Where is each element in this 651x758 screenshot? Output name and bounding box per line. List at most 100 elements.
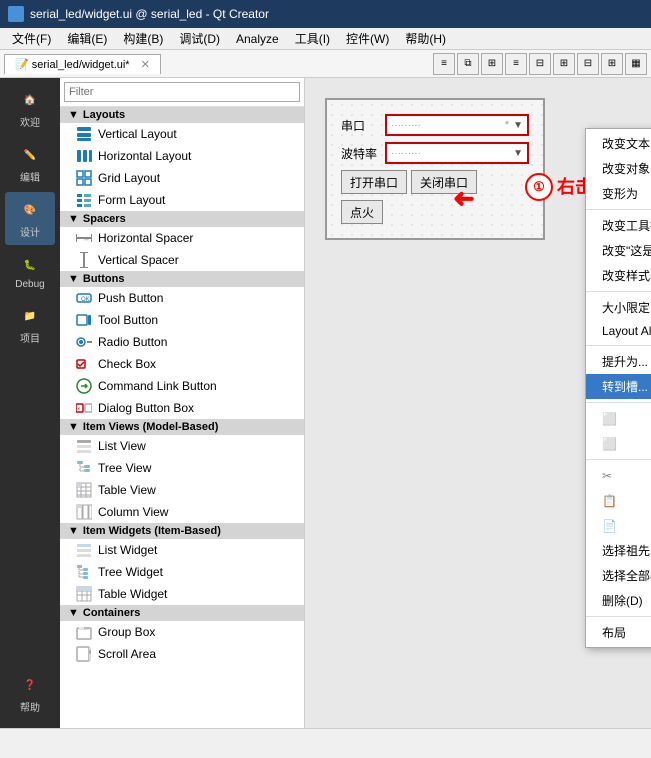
widget-vertical-layout[interactable]: Vertical Layout bbox=[60, 123, 304, 145]
widget-horizontal-layout[interactable]: Horizontal Layout bbox=[60, 145, 304, 167]
menu-controls[interactable]: 控件(W) bbox=[338, 28, 397, 49]
check-box-label: Check Box bbox=[98, 357, 156, 371]
ctx-promote[interactable]: 提升为... bbox=[586, 349, 651, 374]
category-buttons[interactable]: ▼ Buttons bbox=[60, 271, 304, 287]
toolbar-btn-5[interactable]: ⊟ bbox=[529, 53, 551, 75]
menu-build[interactable]: 构建(B) bbox=[115, 28, 171, 49]
form-layout-icon bbox=[76, 192, 92, 208]
tab-label: 📝 serial_led/widget.ui* bbox=[15, 59, 130, 71]
ctx-morph-into[interactable]: 变形为 ▶ bbox=[586, 181, 651, 206]
ctx-copy-icon: 📋 bbox=[602, 494, 617, 508]
design-canvas: 串口 ········· * ▼ 波特率 ········· ▼ bbox=[325, 98, 545, 240]
widget-table-widget[interactable]: Table Widget bbox=[60, 583, 304, 605]
widget-scroll-area[interactable]: Scroll Area bbox=[60, 643, 304, 665]
table-view-label: Table View bbox=[98, 483, 156, 497]
canvas-combobox-baud[interactable]: ········· ▼ bbox=[385, 142, 529, 164]
ctx-copy[interactable]: 📋 复制(C) bbox=[586, 488, 651, 513]
combobox-port-arrow[interactable]: ▼ bbox=[513, 120, 523, 131]
widget-form-layout[interactable]: Form Layout bbox=[60, 189, 304, 211]
widget-radio-button[interactable]: Radio Button bbox=[60, 331, 304, 353]
widget-command-link-button[interactable]: Command Link Button bbox=[60, 375, 304, 397]
toolbar-btn-4[interactable]: ≡ bbox=[505, 53, 527, 75]
menu-edit[interactable]: 编辑(E) bbox=[59, 28, 115, 49]
ctx-paste[interactable]: 📄 粘贴(P) bbox=[586, 513, 651, 538]
toolbar-btn-9[interactable]: ▦ bbox=[625, 53, 647, 75]
widget-push-button[interactable]: OK Push Button bbox=[60, 287, 304, 309]
center-area: 串口 ········· * ▼ 波特率 ········· ▼ bbox=[305, 78, 651, 728]
widget-tool-button[interactable]: Tool Button bbox=[60, 309, 304, 331]
sidebar-item-design[interactable]: 🎨 设计 bbox=[5, 192, 55, 245]
toolbar-btn-6[interactable]: ⊞ bbox=[553, 53, 575, 75]
category-containers[interactable]: ▼ Containers bbox=[60, 605, 304, 621]
ctx-layout[interactable]: 布局 ▶ bbox=[586, 620, 651, 645]
menu-debug[interactable]: 调试(D) bbox=[171, 28, 228, 49]
ctx-go-to-slot[interactable]: 转到槽... bbox=[586, 374, 651, 399]
canvas-combobox-port[interactable]: ········· * ▼ bbox=[385, 114, 529, 136]
category-spacers[interactable]: ▼ Spacers bbox=[60, 211, 304, 227]
tab-widget-ui[interactable]: 📝 serial_led/widget.ui* ✕ bbox=[4, 54, 161, 74]
filter-input[interactable] bbox=[64, 82, 300, 102]
category-label-spacers: Spacers bbox=[83, 213, 126, 225]
toolbar-btn-1[interactable]: ≡ bbox=[433, 53, 455, 75]
tab-close-icon[interactable]: ✕ bbox=[141, 59, 150, 71]
menu-analyze[interactable]: Analyze bbox=[228, 30, 287, 48]
annotation-num1: ① bbox=[525, 173, 553, 201]
category-arrow-containers: ▼ bbox=[68, 607, 79, 619]
ctx-paste-icon: 📄 bbox=[602, 519, 617, 533]
radio-button-icon bbox=[76, 334, 92, 350]
menu-tools[interactable]: 工具(I) bbox=[287, 28, 338, 49]
category-item-views[interactable]: ▼ Item Views (Model-Based) bbox=[60, 419, 304, 435]
ctx-select-parent[interactable]: 选择祖先 ▶ bbox=[586, 538, 651, 563]
toolbar-btn-2[interactable]: ⧉ bbox=[457, 53, 479, 75]
sidebar-item-welcome[interactable]: 🏠 欢迎 bbox=[5, 82, 55, 135]
widget-tree-widget[interactable]: Tree Widget bbox=[60, 561, 304, 583]
ctx-change-tooltip[interactable]: 改变工具提示... bbox=[586, 213, 651, 238]
sidebar-item-edit[interactable]: ✏️ 编辑 bbox=[5, 137, 55, 190]
svg-text:↔: ↔ bbox=[83, 236, 90, 243]
ctx-change-text[interactable]: 改变文本... bbox=[586, 131, 651, 156]
widget-column-view[interactable]: Column View bbox=[60, 501, 304, 523]
open-serial-button[interactable]: 打开串口 bbox=[341, 170, 407, 194]
ignite-button[interactable]: 点火 bbox=[341, 200, 383, 224]
toolbar-btn-7[interactable]: ⊟ bbox=[577, 53, 599, 75]
widget-list-widget[interactable]: List Widget bbox=[60, 539, 304, 561]
canvas-row-baud: 波特率 ········· ▼ bbox=[341, 142, 529, 164]
ctx-change-tooltip-label: 改变工具提示... bbox=[602, 217, 651, 234]
toolbar-btn-3[interactable]: ⊞ bbox=[481, 53, 503, 75]
widget-horizontal-spacer[interactable]: ↔ Horizontal Spacer bbox=[60, 227, 304, 249]
filter-bar bbox=[60, 78, 304, 107]
widget-dialog-button-box[interactable]: ✕ Dialog Button Box bbox=[60, 397, 304, 419]
ctx-cut[interactable]: ✂ 剪切(I) bbox=[586, 463, 651, 488]
widget-group-box[interactable]: GBox Group Box bbox=[60, 621, 304, 643]
horizontal-spacer-label: Horizontal Spacer bbox=[98, 231, 193, 245]
ctx-select-parent-label: 选择祖先 bbox=[602, 542, 650, 559]
combobox-baud-arrow[interactable]: ▼ bbox=[513, 148, 523, 159]
ctx-send-back[interactable]: ⬜ 放到后面(B) bbox=[586, 406, 651, 431]
horizontal-layout-label: Horizontal Layout bbox=[98, 149, 191, 163]
widget-vertical-spacer[interactable]: Vertical Spacer bbox=[60, 249, 304, 271]
widget-list-view[interactable]: List View bbox=[60, 435, 304, 457]
ctx-change-stylesheet[interactable]: 改变样式表... bbox=[586, 263, 651, 288]
category-item-widgets[interactable]: ▼ Item Widgets (Item-Based) bbox=[60, 523, 304, 539]
vertical-layout-label: Vertical Layout bbox=[98, 127, 177, 141]
ctx-select-all[interactable]: 选择全部(A) bbox=[586, 563, 651, 588]
menu-help[interactable]: 帮助(H) bbox=[397, 28, 454, 49]
ctx-change-whatsthis[interactable]: 改变"这是什么"... bbox=[586, 238, 651, 263]
toolbar-btn-8[interactable]: ⊞ bbox=[601, 53, 623, 75]
widget-grid-layout[interactable]: Grid Layout bbox=[60, 167, 304, 189]
group-box-label: Group Box bbox=[98, 625, 155, 639]
category-arrow-item-widgets: ▼ bbox=[68, 525, 79, 537]
menu-file[interactable]: 文件(F) bbox=[4, 28, 59, 49]
ctx-size-constraint[interactable]: 大小限定 ▶ bbox=[586, 295, 651, 320]
ctx-change-name[interactable]: 改变对象名称... bbox=[586, 156, 651, 181]
sidebar-item-debug[interactable]: 🐛 Debug bbox=[5, 247, 55, 296]
sidebar-item-project[interactable]: 📁 项目 bbox=[5, 298, 55, 351]
ctx-delete[interactable]: 删除(D) bbox=[586, 588, 651, 613]
widget-tree-view[interactable]: Tree View bbox=[60, 457, 304, 479]
widget-check-box[interactable]: Check Box bbox=[60, 353, 304, 375]
ctx-layout-align[interactable]: Layout Alignment ▶ bbox=[586, 320, 651, 342]
ctx-bring-front[interactable]: ⬜ 放到前面(F) bbox=[586, 431, 651, 456]
category-layouts[interactable]: ▼ Layouts bbox=[60, 107, 304, 123]
widget-table-view[interactable]: Table View bbox=[60, 479, 304, 501]
sidebar-item-help[interactable]: ❓ 帮助 bbox=[5, 667, 55, 720]
